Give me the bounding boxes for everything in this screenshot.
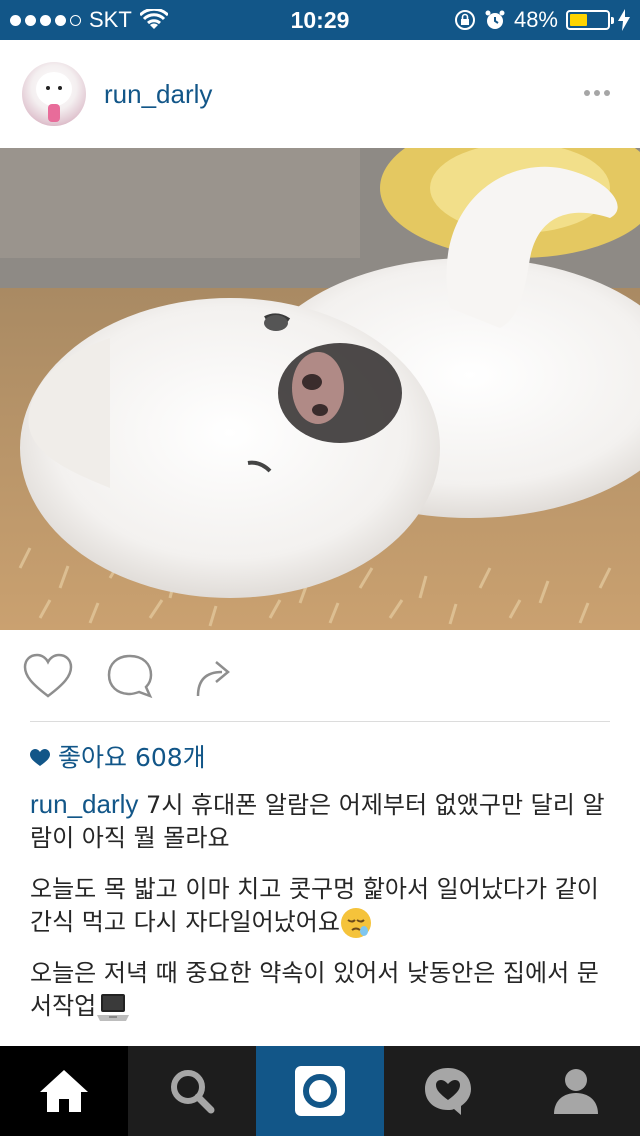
- camera-icon: [295, 1066, 345, 1116]
- caption-paragraph: run_darly 7시 휴대폰 알람은 어제부터 없앴구만 달리 알람이 아직…: [30, 788, 610, 855]
- battery-percent: 48%: [513, 7, 558, 32]
- heart-outline-icon[interactable]: [22, 652, 74, 700]
- status-right: 48%: [454, 7, 630, 33]
- post-actions: [0, 630, 640, 722]
- photo-illustration: [0, 148, 640, 630]
- post-username[interactable]: run_darly: [104, 78, 212, 110]
- comment-bubble-icon[interactable]: [104, 652, 156, 700]
- avatar[interactable]: [22, 62, 86, 126]
- post-caption: run_darly 7시 휴대폰 알람은 어제부터 없앴구만 달리 알람이 아직…: [30, 788, 610, 1041]
- activity-heart-bubble-icon: [425, 1068, 471, 1115]
- caption-paragraph: 오늘도 목 밟고 이마 치고 콧구멍 핥아서 일어났다가 같이 간식 먹고 다시…: [30, 873, 610, 939]
- tab-activity[interactable]: [384, 1046, 512, 1136]
- home-icon: [40, 1070, 88, 1112]
- tab-home[interactable]: [0, 1046, 128, 1136]
- caption-username[interactable]: run_darly: [30, 789, 138, 819]
- charging-bolt-icon: [618, 9, 630, 31]
- alarm-icon: [485, 10, 505, 29]
- profile-icon: [554, 1069, 598, 1114]
- tab-search[interactable]: [128, 1046, 256, 1136]
- rotation-lock-icon: [454, 10, 475, 30]
- tab-profile[interactable]: [512, 1046, 640, 1136]
- battery-icon: [566, 10, 614, 30]
- tab-bar: [0, 1046, 640, 1136]
- tab-camera[interactable]: [256, 1046, 384, 1136]
- post-photo[interactable]: [0, 148, 640, 630]
- caption-paragraph: 오늘은 저녁 때 중요한 약속이 있어서 낮동안은 집에서 문서작업: [30, 957, 610, 1023]
- sleepy-face-emoji-icon: [340, 908, 371, 938]
- post-header: run_darly: [0, 40, 640, 148]
- caption-text: 오늘도 목 밟고 이마 치고 콧구멍 핥아서 일어났다가 같이 간식 먹고 다시…: [30, 875, 599, 936]
- actions-divider: [30, 721, 610, 722]
- search-icon: [171, 1070, 215, 1114]
- laptop-emoji-icon: [97, 994, 130, 1021]
- more-dots-icon[interactable]: [584, 90, 610, 96]
- likes-count: 좋아요 608개: [58, 743, 206, 772]
- share-arrow-icon[interactable]: [188, 652, 240, 700]
- status-bar: SKT 10:29 48%: [0, 0, 640, 40]
- likes-row[interactable]: 좋아요 608개: [30, 742, 206, 774]
- heart-filled-icon: [30, 749, 50, 766]
